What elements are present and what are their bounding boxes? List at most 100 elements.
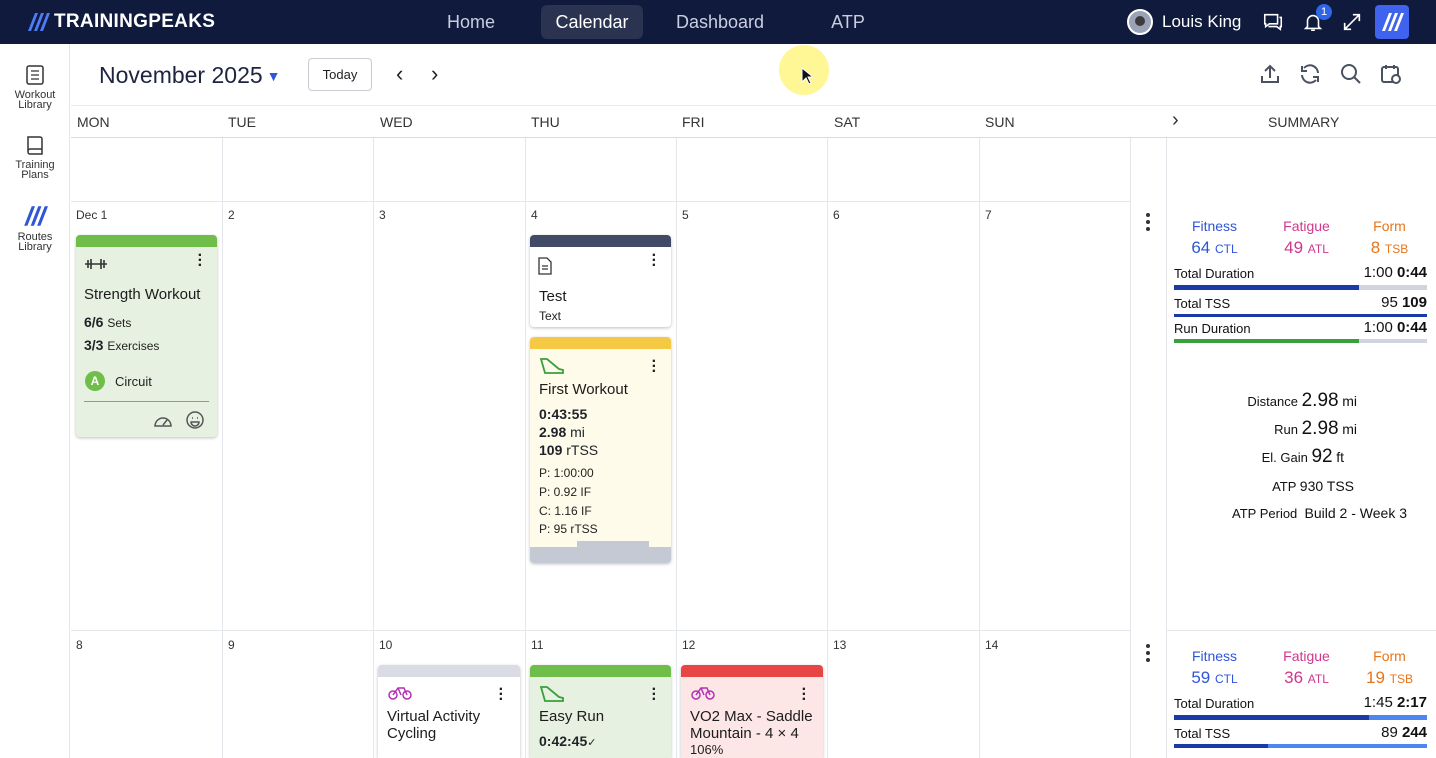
sidebar-label: Routes Library: [17, 231, 53, 253]
grid-column-line: [373, 138, 374, 758]
day-header-row: MON TUE WED THU FRI SAT SUN › SUMMARY: [71, 106, 1436, 138]
summary-column: Fitness Fatigue Form 64 CTL 49 ATL 8 TSB…: [1166, 138, 1436, 758]
progress-bar: [1174, 715, 1427, 720]
note-card[interactable]: · · · Test Text: [530, 235, 671, 327]
nav-atp[interactable]: ATP: [818, 5, 878, 39]
workout-card-virtual-cycling[interactable]: · · · Virtual Activity Cycling: [378, 665, 520, 758]
compliance-bar-cap: [577, 541, 649, 547]
trainingpeaks-logo[interactable]: TRAININGPEAKS: [26, 10, 215, 34]
total-duration-row: Total Duration 1:00 0:44: [1174, 264, 1427, 281]
card-menu-icon[interactable]: · · ·: [652, 354, 657, 380]
workout-card-vo2-max[interactable]: · · · VO2 Max - Saddle Mountain - 4 × 4 10…: [681, 665, 823, 758]
grid-column-line: [676, 138, 677, 758]
fatigue-label: Fatigue: [1283, 648, 1330, 664]
card-menu-icon[interactable]: · · ·: [198, 248, 203, 274]
circuit-badge: A: [85, 371, 105, 391]
workout-card-strength[interactable]: · · · Strength Workout 6/6 Sets 3/3 Exerci…: [76, 235, 217, 437]
next-arrow-icon[interactable]: ›: [431, 63, 438, 85]
duration-value: 0:42:45: [539, 733, 588, 749]
distance-unit: mi: [570, 424, 585, 440]
expand-icon[interactable]: [1341, 11, 1363, 33]
card-title: Strength Workout: [84, 286, 201, 303]
smiley-icon[interactable]: [185, 410, 205, 430]
card-extra: 106%: [690, 742, 724, 757]
card-menu-icon[interactable]: · · ·: [652, 248, 657, 274]
exercises-label: Exercises: [107, 339, 160, 353]
progress-bar: [1174, 339, 1427, 343]
user-menu[interactable]: Louis King: [1127, 9, 1241, 35]
book-list-icon: [26, 65, 44, 85]
card-subtitle: Text: [539, 309, 562, 323]
sidebar-item-workout-library[interactable]: Workout Library: [0, 64, 70, 111]
gauge-icon[interactable]: [153, 411, 173, 429]
exercises-row: 3/3 Exercises: [84, 337, 159, 353]
card-color-bar: [530, 235, 671, 247]
distance-value: 2.98: [539, 424, 567, 440]
day-number: 11: [531, 638, 544, 652]
progress-bar: [1174, 285, 1427, 290]
nav-home[interactable]: Home: [433, 5, 509, 39]
day-name: FRI: [682, 114, 705, 130]
card-title: Test: [539, 288, 567, 305]
day-number: Dec 1: [76, 208, 108, 222]
planned-duration: P: 1:00:00: [539, 466, 594, 480]
fatigue-value: 49 ATL: [1284, 238, 1329, 257]
progress-bar: [1174, 314, 1427, 317]
week-options-menu[interactable]: [1146, 213, 1150, 234]
stat-run: Run 2.98 mi: [1274, 418, 1357, 439]
user-name: Louis King: [1162, 12, 1242, 31]
sidebar-item-training-plans[interactable]: Training Plans: [0, 134, 70, 181]
upload-icon[interactable]: [1258, 62, 1282, 86]
calendar-settings-icon[interactable]: [1379, 62, 1403, 86]
tss-unit: rTSS: [566, 442, 599, 458]
bike-icon: [388, 687, 412, 700]
trainingpeaks-icon: [1382, 13, 1404, 31]
week-options-menu[interactable]: [1146, 644, 1150, 665]
grid-column-line: [1130, 138, 1131, 758]
form-label: Form: [1373, 218, 1406, 234]
search-icon[interactable]: [1339, 62, 1363, 86]
app-switcher-logo[interactable]: [1375, 5, 1409, 39]
grid-row-line: [71, 201, 1131, 202]
day-number: 8: [76, 638, 83, 652]
day-name: THU: [531, 114, 560, 130]
total-duration-row: Total Duration 1:45 2:17: [1174, 694, 1427, 711]
card-title: First Workout: [539, 381, 628, 398]
stat-distance: Distance 2.98 mi: [1247, 390, 1357, 411]
dumbbell-icon: [85, 259, 107, 269]
calendar-header: November 2025 ▼ Today ‹ ›: [71, 44, 1436, 106]
total-tss-row: Total TSS 95 109: [1174, 294, 1427, 311]
fitness-value: 64 CTL: [1191, 238, 1238, 257]
nav-calendar[interactable]: Calendar: [541, 5, 643, 39]
sync-icon[interactable]: [1298, 62, 1322, 86]
workout-card-run[interactable]: · · · First Workout 0:43:55 2.98 mi 109 rT…: [530, 337, 671, 563]
sidebar-item-routes-library[interactable]: Routes Library: [0, 204, 70, 253]
card-menu-icon[interactable]: · · ·: [652, 682, 657, 708]
card-menu-icon[interactable]: · · ·: [499, 682, 504, 708]
fatigue-label: Fatigue: [1283, 218, 1330, 234]
nav-dashboard[interactable]: Dashboard: [664, 5, 776, 39]
day-name: WED: [380, 114, 413, 130]
prev-arrow-icon[interactable]: ‹: [396, 63, 403, 85]
grid-row-line: [71, 630, 1131, 631]
book-icon: [27, 136, 43, 155]
chat-icon[interactable]: [1262, 11, 1284, 33]
day-number: 12: [682, 638, 696, 652]
top-navigation-bar: TRAININGPEAKS Home Calendar Dashboard AT…: [0, 0, 1436, 44]
card-menu-icon[interactable]: · · ·: [802, 682, 807, 708]
chevron-right-icon[interactable]: ›: [1172, 109, 1179, 132]
workout-card-easy-run[interactable]: · · · Easy Run 0:42:45✓: [530, 665, 671, 758]
card-color-bar: [378, 665, 520, 677]
fitness-label: Fitness: [1191, 648, 1238, 664]
fitness-label: Fitness: [1191, 218, 1238, 234]
run-shoe-icon: [539, 686, 564, 702]
form-value: 19 TSB: [1366, 668, 1413, 687]
check-icon: ✓: [587, 737, 597, 749]
document-icon: [538, 257, 552, 275]
today-button[interactable]: Today: [308, 58, 372, 91]
compliance-bar: [530, 547, 671, 563]
tss-row: 109 rTSS: [539, 442, 598, 458]
fatigue-value: 36 ATL: [1284, 668, 1329, 687]
month-selector[interactable]: November 2025 ▼: [99, 62, 281, 89]
run-shoe-icon: [539, 358, 564, 374]
